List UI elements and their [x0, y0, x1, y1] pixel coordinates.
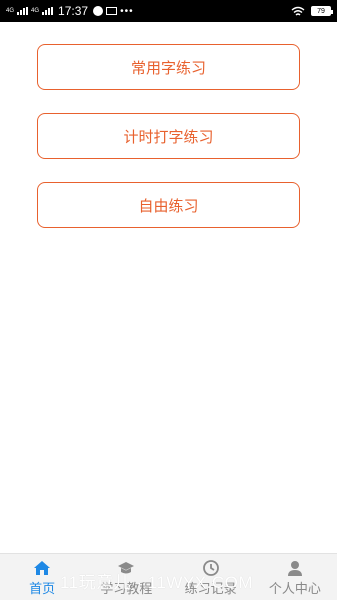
- tab-home-label: 首页: [29, 582, 56, 597]
- timed-typing-practice-button[interactable]: 计时打字练习: [37, 113, 300, 159]
- free-practice-label: 自由练习: [138, 196, 199, 215]
- watermark: 11玩意儿 · 11WYX.COM: [60, 573, 254, 592]
- network-label: 4G: [6, 8, 15, 14]
- signal-icon-2: [42, 7, 54, 15]
- home-icon: [32, 559, 52, 577]
- common-chars-practice-label: 常用字练习: [130, 58, 206, 77]
- network-label-2: 4G: [31, 8, 40, 14]
- practice-menu: 常用字练习 计时打字练习 自由练习: [37, 44, 300, 251]
- tab-profile-label: 个人中心: [268, 582, 321, 597]
- signal-icon: [17, 7, 29, 15]
- notification-icon: [93, 6, 104, 16]
- network-indicator-2: 4G: [31, 8, 39, 14]
- timed-typing-practice-label: 计时打字练习: [123, 127, 214, 146]
- network-indicator: 4G: [6, 8, 14, 14]
- status-bar: 4G 4G 17:37 ••• 79: [0, 0, 337, 22]
- battery-level: 79: [317, 7, 325, 15]
- common-chars-practice-button[interactable]: 常用字练习: [37, 44, 300, 90]
- tab-profile[interactable]: 个人中心: [253, 554, 337, 600]
- user-icon: [285, 559, 305, 577]
- wifi-icon: [291, 6, 305, 16]
- more-notifications-icon: •••: [120, 5, 134, 17]
- free-practice-button[interactable]: 自由练习: [37, 182, 300, 228]
- status-time: 17:37: [58, 4, 89, 18]
- mail-icon: [106, 7, 118, 15]
- battery-icon: 79: [311, 6, 333, 16]
